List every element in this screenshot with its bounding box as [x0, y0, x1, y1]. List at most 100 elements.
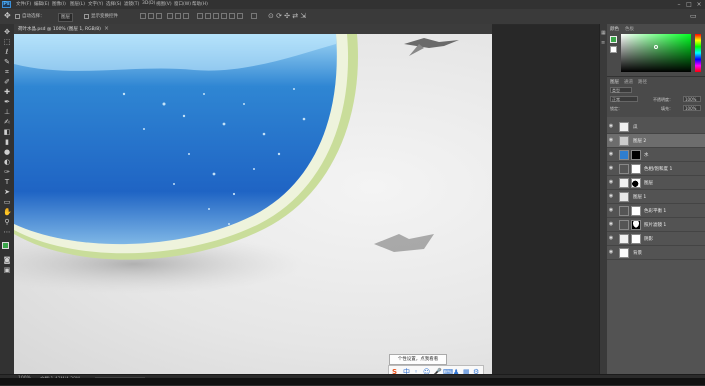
hand-icon[interactable]: ✋ [3, 208, 12, 216]
menu-3d[interactable]: 3D(D) [142, 1, 155, 6]
auto-select-checkbox[interactable] [15, 14, 20, 19]
align-hcenter-icon[interactable] [175, 13, 181, 19]
move-tool-icon[interactable]: ✥ [4, 12, 11, 20]
pen-icon[interactable]: ✑ [3, 168, 11, 176]
visibility-eye-icon[interactable]: ◉ [608, 221, 614, 227]
eraser-icon[interactable]: ◧ [3, 128, 11, 136]
gradient-icon[interactable]: ▮ [3, 138, 11, 146]
dodge-icon[interactable]: ◐ [3, 158, 11, 166]
align-vcenter-icon[interactable] [148, 13, 154, 19]
visibility-eye-icon[interactable]: ◉ [608, 123, 614, 129]
maximize-icon[interactable]: □ [685, 1, 693, 8]
workspace-icon[interactable]: ▭ [690, 12, 697, 20]
canvas[interactable] [14, 34, 492, 374]
color-picker-cursor[interactable] [654, 45, 658, 49]
close-tab-icon[interactable]: × [104, 25, 109, 32]
screen-mode-icon[interactable]: ▣ [3, 266, 11, 274]
layer-mask-thumbnail[interactable] [631, 178, 641, 188]
layer-row[interactable]: ◉ 阴影 [607, 232, 705, 246]
layer-row[interactable]: ◉ 图层 1 [607, 190, 705, 204]
layer-row[interactable]: ◉ 色相/饱和度 1 [607, 162, 705, 176]
menu-filter[interactable]: 滤镜(T) [124, 1, 139, 7]
color-tab[interactable]: 颜色 [610, 26, 619, 32]
brush-icon[interactable]: ✒ [3, 98, 11, 106]
layer-row[interactable]: ◉ 瓜 [607, 120, 705, 134]
layers-tab[interactable]: 图层 [610, 79, 619, 85]
shape-icon[interactable]: ▭ [3, 198, 11, 206]
menu-view[interactable]: 视图(V) [156, 1, 172, 7]
layer-mask-thumbnail[interactable] [631, 164, 641, 174]
layer-row[interactable]: ◉ 图层 [607, 176, 705, 190]
menu-edit[interactable]: 编辑(E) [34, 1, 49, 7]
layer-row[interactable]: ◉ 水 [607, 148, 705, 162]
layer-mask-thumbnail[interactable] [631, 150, 641, 160]
color-picker-field[interactable] [621, 34, 691, 72]
hue-slider[interactable] [695, 34, 701, 72]
align-bottom-icon[interactable] [156, 13, 162, 19]
layer-mask-thumbnail[interactable] [631, 220, 641, 230]
paths-tab[interactable]: 路径 [638, 79, 647, 85]
visibility-eye-icon[interactable]: ◉ [608, 151, 614, 157]
minimize-icon[interactable]: – [675, 1, 683, 8]
menu-window[interactable]: 窗口(W) [174, 1, 191, 7]
layer-row[interactable]: ◉ 背景 [607, 246, 705, 260]
properties-panel-icon[interactable]: ≡ [601, 40, 605, 46]
blur-icon[interactable]: ● [3, 148, 11, 156]
marquee-icon[interactable]: ⬚ [3, 38, 11, 46]
crop-icon[interactable]: ⌗ [3, 68, 11, 76]
distribute-left-icon[interactable] [221, 13, 227, 19]
align-right-icon[interactable] [183, 13, 189, 19]
channels-tab[interactable]: 通道 [624, 79, 633, 85]
document-tab[interactable]: 荷叶水晶.psd @ 100% (图层 1, RGB/8) × [14, 24, 492, 34]
menu-image[interactable]: 图像(I) [52, 1, 66, 7]
menu-type[interactable]: 文字(Y) [88, 1, 103, 7]
distribute-top-icon[interactable] [197, 13, 203, 19]
panel-background-swatch[interactable] [610, 46, 617, 53]
kind-filter-dropdown[interactable]: 类型 [610, 87, 632, 93]
healing-icon[interactable]: ✚ [3, 88, 11, 96]
close-window-icon[interactable]: × [695, 1, 703, 8]
layer-row[interactable]: ◉ 色彩平衡 1 [607, 204, 705, 218]
layer-row[interactable]: ◉ 图层 2 [607, 134, 705, 148]
visibility-eye-icon[interactable]: ◉ [608, 179, 614, 185]
more-tools-icon[interactable]: ⋯ [3, 228, 11, 236]
swatches-tab[interactable]: 色板 [625, 26, 634, 32]
path-select-icon[interactable]: ➤ [3, 188, 11, 196]
eyedropper-icon[interactable]: ✐ [3, 78, 11, 86]
menu-file[interactable]: 文件(F) [16, 1, 31, 7]
move-icon[interactable]: ✥ [3, 28, 11, 36]
layer-mask-thumbnail[interactable] [631, 206, 641, 216]
foreground-color-swatch[interactable] [2, 242, 9, 249]
history-brush-icon[interactable]: ✍ [3, 118, 11, 126]
menu-layer[interactable]: 图层(L) [70, 1, 85, 7]
quick-select-icon[interactable]: ✎ [3, 58, 11, 66]
menu-select[interactable]: 选择(S) [106, 1, 121, 7]
distribute-vcenter-icon[interactable] [205, 13, 211, 19]
auto-select-dropdown[interactable]: 图层 [58, 13, 73, 22]
fill-field[interactable]: 100% [683, 105, 701, 111]
visibility-eye-icon[interactable]: ◉ [608, 137, 614, 143]
layer-mask-thumbnail[interactable] [631, 234, 641, 244]
show-transform-checkbox[interactable] [84, 14, 89, 19]
visibility-eye-icon[interactable]: ◉ [608, 165, 614, 171]
distribute-bottom-icon[interactable] [213, 13, 219, 19]
history-panel-icon[interactable]: ▦ [601, 30, 606, 36]
visibility-eye-icon[interactable]: ◉ [608, 249, 614, 255]
type-icon[interactable]: T [3, 178, 11, 186]
panel-foreground-swatch[interactable] [610, 36, 617, 43]
layer-row[interactable]: ◉ 照片滤镜 1 [607, 218, 705, 232]
menu-help[interactable]: 帮助(H) [192, 1, 208, 7]
3d-mode-icons[interactable]: ⊙ ⟳ ✣ ⇄ ⇲ [268, 12, 306, 20]
distribute-hcenter-icon[interactable] [229, 13, 235, 19]
align-left-icon[interactable] [167, 13, 173, 19]
align-top-icon[interactable] [140, 13, 146, 19]
distribute-right-icon[interactable] [237, 13, 243, 19]
opacity-field[interactable]: 100% [683, 96, 701, 102]
visibility-eye-icon[interactable]: ◉ [608, 235, 614, 241]
quick-mask-icon[interactable]: ◙ [3, 256, 11, 264]
stamp-icon[interactable]: ⊥ [3, 108, 11, 116]
blend-mode-dropdown[interactable]: 正常 [610, 96, 638, 102]
visibility-eye-icon[interactable]: ◉ [608, 207, 614, 213]
auto-align-icon[interactable] [251, 13, 257, 19]
lasso-icon[interactable]: ℓ [3, 48, 11, 56]
